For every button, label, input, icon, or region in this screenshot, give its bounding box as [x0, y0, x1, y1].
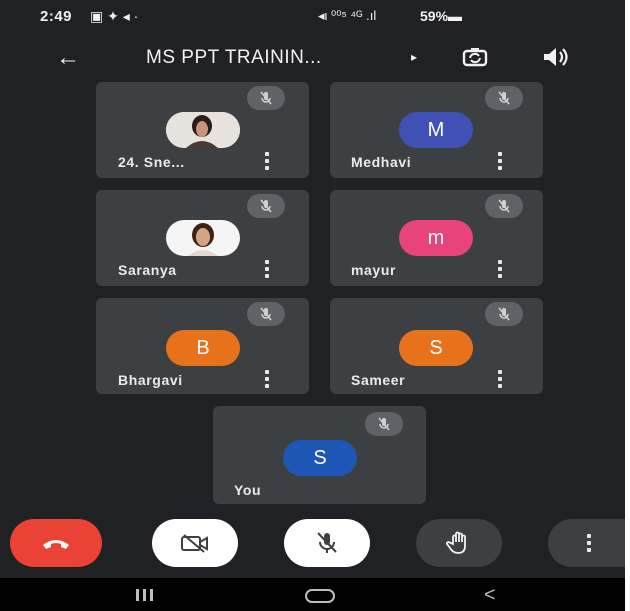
mic-off-icon [317, 532, 337, 553]
raise-hand-button[interactable] [416, 519, 502, 567]
hand-icon [446, 531, 466, 554]
avatar: S [283, 440, 357, 476]
camera-off-icon [181, 534, 208, 553]
avatar-initial: B [196, 336, 210, 359]
participant-name: 24. Sne... [118, 154, 185, 170]
home-icon[interactable] [305, 589, 335, 603]
mic-off-icon [247, 194, 285, 218]
more-vertical-icon[interactable] [497, 152, 503, 170]
mic-off-icon [247, 302, 285, 326]
signal-icons: ◂ι ⁰⁰⁵ ⁴ᴳ .ıl [318, 8, 377, 23]
avatar-initial: S [313, 446, 327, 469]
chevron-left-icon[interactable]: < [484, 584, 496, 607]
participant-tile[interactable]: 24. Sne... [96, 82, 309, 178]
participant-tile[interactable]: Saranya [96, 190, 309, 286]
camera-switch-icon[interactable] [462, 47, 488, 67]
avatar-initial: S [429, 336, 443, 359]
more-vertical-icon[interactable] [497, 260, 503, 278]
chevron-right-icon[interactable]: ▸ [411, 50, 417, 64]
phone-hangup-icon [43, 540, 69, 549]
status-bar: 2:49 ▣ ✦ ◂ · ◂ι ⁰⁰⁵ ⁴ᴳ .ıl 59%▬ [0, 0, 630, 34]
participant-tile[interactable]: M Medhavi [330, 82, 543, 178]
end-call-button[interactable] [10, 519, 102, 567]
mic-off-icon [485, 302, 523, 326]
arrow-left-icon[interactable]: ← [56, 44, 80, 72]
avatar-initial: m [427, 226, 445, 249]
participant-name: Saranya [118, 262, 177, 278]
avatar [166, 112, 240, 148]
avatar: m [399, 220, 473, 256]
self-tile[interactable]: S You [213, 406, 426, 504]
mic-off-icon [365, 412, 403, 436]
more-vertical-icon [586, 534, 592, 552]
participant-name: mayur [351, 262, 397, 278]
more-vertical-icon[interactable] [264, 260, 270, 278]
notification-icons: ▣ ✦ ◂ · [90, 8, 139, 24]
status-time: 2:49 [40, 8, 73, 25]
participant-name: You [234, 482, 262, 498]
participant-tile[interactable]: S Sameer [330, 298, 543, 394]
participant-tile[interactable]: B Bhargavi [96, 298, 309, 394]
participant-tile[interactable]: m mayur [330, 190, 543, 286]
recents-icon[interactable] [132, 588, 158, 602]
battery-level: 59%▬ [420, 8, 463, 24]
mic-toggle-button[interactable] [284, 519, 370, 567]
camera-toggle-button[interactable] [152, 519, 238, 567]
meet-call-screen: 2:49 ▣ ✦ ◂ · ◂ι ⁰⁰⁵ ⁴ᴳ .ıl 59%▬ ← MS PPT… [0, 0, 630, 611]
screen-edge [625, 0, 630, 611]
mic-off-icon [485, 194, 523, 218]
participant-name: Medhavi [351, 154, 412, 170]
more-vertical-icon[interactable] [264, 152, 270, 170]
avatar: S [399, 330, 473, 366]
meeting-title[interactable]: MS PPT TRAININ... [146, 47, 322, 69]
avatar-initial: M [427, 118, 445, 141]
more-vertical-icon[interactable] [264, 370, 270, 388]
speaker-icon[interactable] [541, 46, 571, 68]
call-header: ← MS PPT TRAININ... ▸ [0, 34, 630, 84]
participant-name: Bhargavi [118, 372, 183, 388]
mic-off-icon [247, 86, 285, 110]
participant-name: Sameer [351, 372, 406, 388]
avatar: M [399, 112, 473, 148]
mic-off-icon [485, 86, 523, 110]
more-vertical-icon[interactable] [497, 370, 503, 388]
android-nav-bar: < [0, 578, 630, 611]
avatar [166, 220, 240, 256]
avatar: B [166, 330, 240, 366]
more-options-button[interactable] [548, 519, 630, 567]
